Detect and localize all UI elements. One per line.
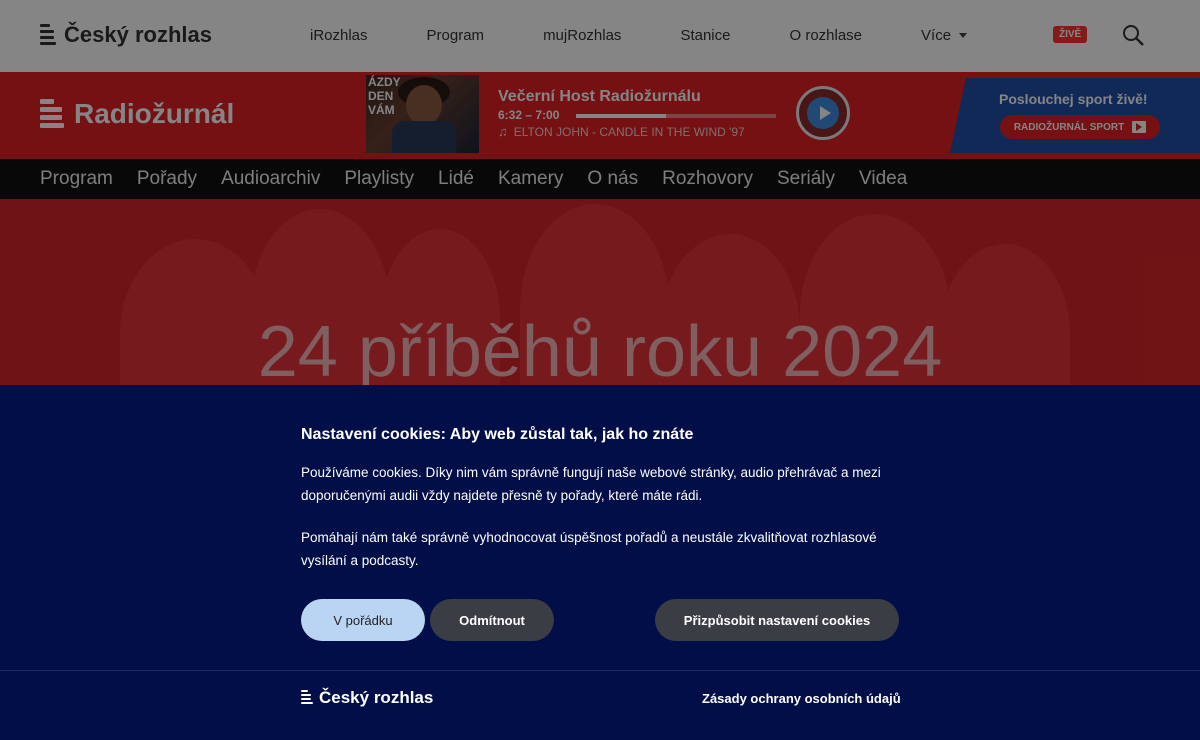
cookie-footer-brand: Český rozhlas (319, 688, 434, 707)
cookie-paragraph-1: Používáme cookies. Díky nim vám správně … (301, 465, 881, 503)
cr-logo-icon (301, 690, 313, 706)
cookie-title: Nastavení cookies: Aby web zůstal tak, j… (301, 426, 694, 443)
customize-cookies-button[interactable]: Přizpůsobit nastavení cookies (655, 599, 899, 641)
cookie-paragraph-2: Pomáhají nám také správně vyhodnocovat ú… (301, 530, 877, 568)
reject-cookies-button[interactable]: Odmítnout (430, 599, 554, 641)
privacy-policy-link[interactable]: Zásady ochrany osobních údajů (702, 691, 901, 706)
accept-cookies-button[interactable]: V pořádku (301, 599, 425, 641)
cookie-banner: Nastavení cookies: Aby web zůstal tak, j… (0, 385, 1200, 740)
cookie-footer-logo: Český rozhlas (301, 688, 433, 708)
cookie-divider (0, 670, 1200, 671)
